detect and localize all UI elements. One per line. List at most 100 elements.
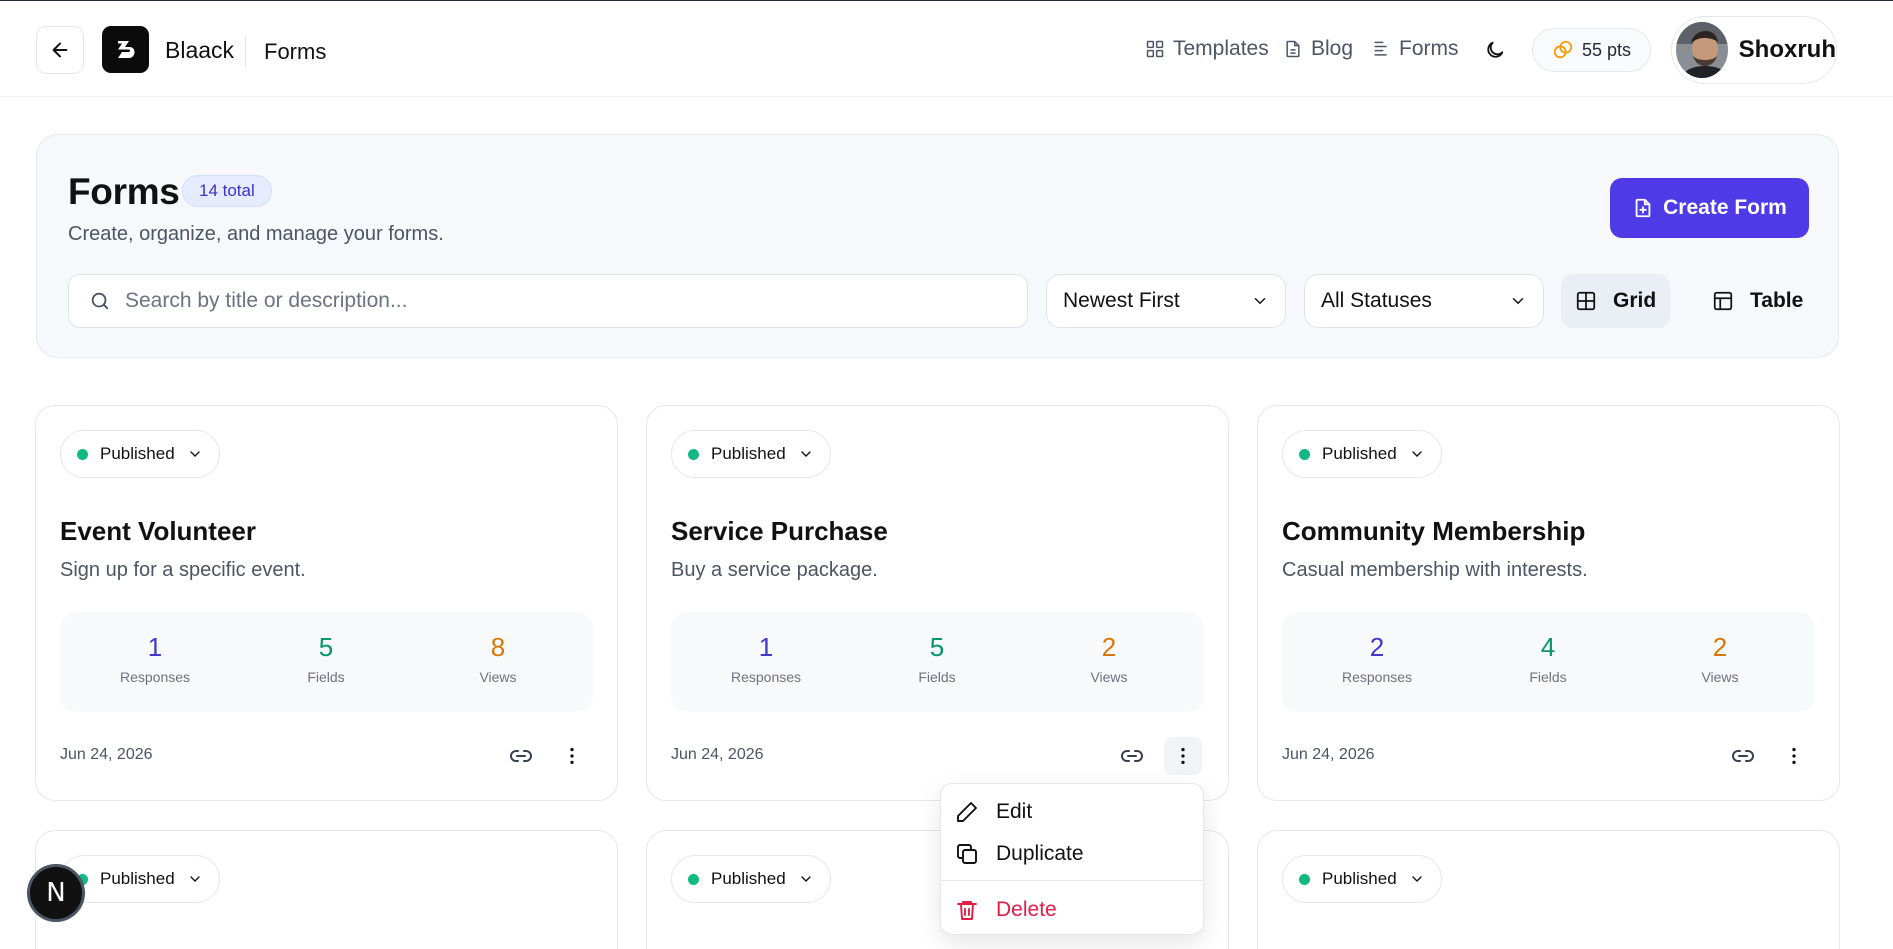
fields-value: 5: [929, 632, 945, 662]
status-dropdown[interactable]: Published: [60, 430, 220, 478]
card-date: Jun 24, 2026: [671, 746, 764, 763]
list-icon: [1374, 41, 1387, 56]
status-dropdown[interactable]: Published: [671, 855, 831, 903]
card-title[interactable]: Community Membership: [1282, 516, 1585, 547]
divider: [245, 35, 246, 67]
create-form-button[interactable]: Create Form: [1610, 178, 1809, 238]
sort-select-value: Newest First: [1063, 289, 1180, 312]
more-options-button[interactable]: [1775, 737, 1813, 775]
responses-value: 1: [758, 632, 774, 662]
more-vertical-icon: [570, 747, 574, 765]
stat-views: 2 Views: [1660, 632, 1780, 685]
status-label: Published: [100, 444, 175, 463]
nextjs-logo-letter: N: [46, 878, 66, 908]
status-select[interactable]: All Statuses: [1304, 274, 1544, 328]
breadcrumb: Forms: [264, 39, 327, 64]
grid-view-button[interactable]: Grid: [1561, 274, 1671, 328]
menu-item-edit[interactable]: Edit: [941, 792, 1203, 832]
stat-views: 8 Views: [438, 632, 558, 685]
chevron-down-icon: [801, 451, 811, 457]
chevron-down-icon: [190, 451, 200, 457]
chevron-down-icon: [1254, 298, 1266, 305]
nextjs-dev-badge[interactable]: N: [27, 864, 85, 922]
chevron-down-icon: [1412, 451, 1422, 457]
card-description: Sign up for a specific event.: [60, 559, 306, 581]
logo-mark-icon: [117, 40, 134, 58]
nav-forms-label: Forms: [1399, 37, 1459, 60]
status-dot: [688, 873, 699, 885]
search-input[interactable]: [125, 289, 1005, 313]
more-options-button[interactable]: [553, 737, 591, 775]
card-title[interactable]: Service Purchase: [671, 516, 888, 547]
stat-fields: 5 Fields: [877, 632, 997, 685]
status-label: Published: [711, 444, 786, 463]
card-date: Jun 24, 2026: [1282, 746, 1375, 763]
card-date: Jun 24, 2026: [60, 746, 153, 763]
status-dropdown[interactable]: Published: [1282, 430, 1442, 478]
responses-label: Responses: [1341, 669, 1413, 685]
copy-link-button[interactable]: [1113, 737, 1151, 775]
nav-blog[interactable]: Blog: [1283, 37, 1353, 61]
menu-item-edit-label: Edit: [996, 800, 1033, 823]
trash-icon: [957, 901, 977, 920]
views-label: Views: [1090, 669, 1128, 685]
pencil-icon: [957, 802, 977, 822]
top-bar: Blaack Forms Templates Blog Forms 55 pts: [0, 0, 1893, 97]
views-value: 2: [1101, 632, 1117, 662]
form-card[interactable]: Published: [1257, 830, 1840, 949]
table-view-button[interactable]: Table: [1698, 274, 1817, 328]
file-plus-icon: [1635, 198, 1651, 218]
moon-icon: [1487, 41, 1504, 58]
brand-logo[interactable]: [102, 26, 149, 73]
link-icon: [1121, 750, 1143, 762]
status-label: Published: [1322, 444, 1397, 463]
menu-item-delete[interactable]: Delete: [941, 890, 1203, 930]
responses-value: 2: [1369, 632, 1385, 662]
page-title: Forms: [68, 171, 180, 212]
chevron-down-icon: [801, 876, 811, 882]
points-badge[interactable]: 55 pts: [1532, 28, 1651, 72]
form-card[interactable]: Published Event Volunteer Sign up for a …: [35, 405, 618, 801]
user-menu[interactable]: Shoxruh: [1671, 16, 1837, 84]
menu-divider: [941, 880, 1203, 881]
status-dropdown[interactable]: Published: [671, 430, 831, 478]
views-value: 8: [490, 632, 506, 662]
nav-templates-label: Templates: [1173, 37, 1269, 60]
stat-fields: 5 Fields: [266, 632, 386, 685]
theme-toggle[interactable]: [1480, 35, 1510, 65]
menu-item-duplicate[interactable]: Duplicate: [941, 834, 1203, 874]
total-count-badge: 14 total: [182, 175, 272, 207]
grid-icon: [1146, 40, 1164, 58]
form-card[interactable]: Published: [35, 830, 618, 949]
copy-link-button[interactable]: [1724, 737, 1762, 775]
sort-select[interactable]: Newest First: [1046, 274, 1286, 328]
status-label: Published: [100, 869, 175, 888]
status-dropdown[interactable]: Published: [1282, 855, 1442, 903]
back-button[interactable]: [36, 26, 84, 74]
table-view-icon: [1713, 291, 1733, 311]
create-form-label: Create Form: [1663, 196, 1787, 219]
views-label: Views: [479, 669, 517, 685]
brand-name[interactable]: Blaack: [165, 37, 234, 64]
document-icon: [1286, 40, 1300, 58]
status-label: Published: [1322, 869, 1397, 888]
card-title[interactable]: Event Volunteer: [60, 516, 256, 547]
card-description: Buy a service package.: [671, 559, 878, 581]
fields-value: 4: [1540, 632, 1556, 662]
form-card[interactable]: Published Service Purchase Buy a service…: [646, 405, 1229, 801]
fields-value: 5: [318, 632, 334, 662]
more-options-button[interactable]: [1164, 737, 1202, 775]
nav-forms[interactable]: Forms: [1371, 37, 1459, 61]
stats-box: 1 Responses 5 Fields 2 Views: [671, 612, 1204, 712]
status-label: Published: [711, 869, 786, 888]
form-card[interactable]: Published Community Membership Casual me…: [1257, 405, 1840, 801]
more-vertical-icon: [1181, 747, 1185, 765]
arrow-left-icon: [52, 42, 68, 58]
status-dot: [688, 448, 699, 460]
copy-link-button[interactable]: [502, 737, 540, 775]
responses-label: Responses: [119, 669, 191, 685]
search-box[interactable]: [68, 274, 1028, 328]
views-label: Views: [1701, 669, 1739, 685]
points-value: 55 pts: [1581, 39, 1632, 60]
nav-templates[interactable]: Templates: [1145, 37, 1269, 61]
